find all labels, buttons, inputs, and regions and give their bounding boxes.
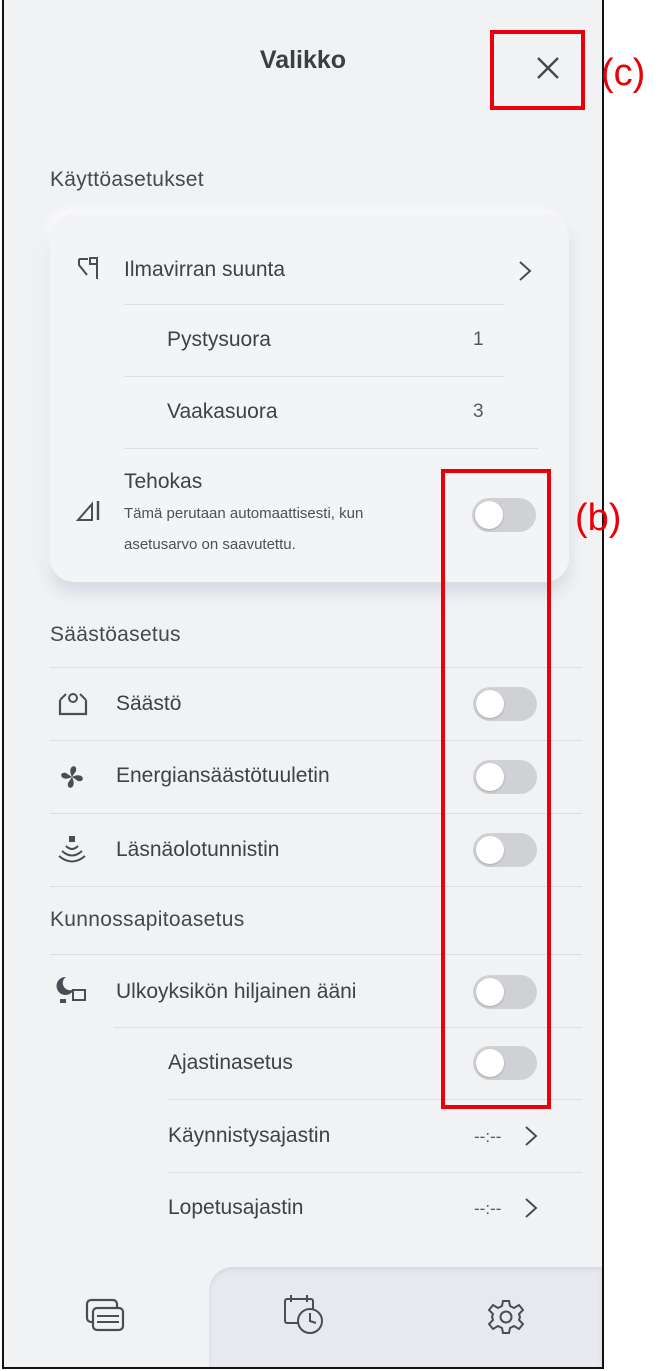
menu-tab-icon <box>85 1298 125 1332</box>
chevron-right-icon <box>525 1126 538 1146</box>
divider <box>124 448 538 449</box>
economy-icon <box>58 693 88 716</box>
airflow-direction-row[interactable]: Ilmavirran suunta <box>50 240 569 300</box>
tab-menu[interactable] <box>4 1267 209 1367</box>
energy-fan-label: Energiansäästötuuletin <box>116 764 330 787</box>
airflow-direction-icon <box>78 257 98 279</box>
start-timer-row[interactable]: Käynnistysajastin --:-- <box>4 1100 602 1172</box>
annotation-label-c: (c) <box>601 52 646 94</box>
vertical-label: Pystysuora <box>167 328 271 351</box>
schedule-timer-icon <box>284 1295 323 1334</box>
chevron-right-icon <box>519 261 532 281</box>
timer-setting-label: Ajastinasetus <box>168 1051 293 1074</box>
chevron-right-icon <box>525 1198 538 1218</box>
stop-timer-value: --:-- <box>474 1199 502 1218</box>
powerful-label: Tehokas <box>124 470 203 493</box>
section-heading-maintenance: Kunnossapitoasetus <box>50 908 245 931</box>
gear-icon <box>488 1300 524 1334</box>
powerful-icon <box>76 501 100 521</box>
tab-settings[interactable] <box>476 1287 536 1347</box>
vertical-value: 1 <box>473 329 484 350</box>
section-heading-saving: Säästöasetus <box>50 623 181 646</box>
stop-timer-row[interactable]: Lopetusajastin --:-- <box>4 1173 602 1245</box>
annotation-label-b: (b) <box>575 497 622 539</box>
annotation-box-b <box>441 469 551 1109</box>
airflow-direction-label: Ilmavirran suunta <box>124 258 286 281</box>
presence-sensor-label: Läsnäolotunnistin <box>116 838 280 861</box>
economy-label: Säästö <box>116 692 182 715</box>
divider <box>124 376 504 377</box>
tab-schedule[interactable] <box>264 1287 344 1347</box>
annotation-box-c <box>490 30 585 110</box>
start-timer-value: --:-- <box>474 1127 502 1146</box>
start-timer-label: Käynnistysajastin <box>168 1124 331 1147</box>
section-heading-operation: Käyttöasetukset <box>50 168 204 191</box>
horizontal-label: Vaakasuora <box>167 400 278 423</box>
outdoor-quiet-label: Ulkoyksikön hiljainen ääni <box>116 980 357 1003</box>
horizontal-value: 3 <box>473 401 484 422</box>
fan-icon <box>61 766 83 788</box>
powerful-description: Tämä perutaan automaattisesti, kun asetu… <box>124 505 364 553</box>
bottom-tab-bar <box>4 1267 602 1367</box>
divider <box>124 304 504 305</box>
presence-sensor-icon <box>58 836 86 863</box>
outdoor-quiet-icon <box>56 976 86 1003</box>
stop-timer-label: Lopetusajastin <box>168 1196 304 1219</box>
